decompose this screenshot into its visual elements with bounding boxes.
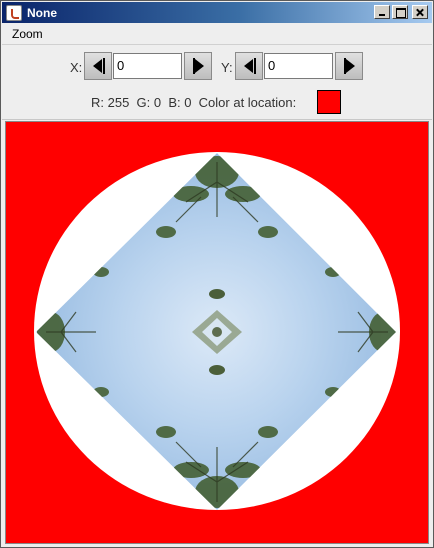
kaleidoscope-picture [6,122,428,543]
controls-panel: X: 0 Y: 0 R: 255 G: 0 B: 0 Color at loca… [2,46,432,120]
y-input[interactable]: 0 [264,53,333,79]
x-input[interactable]: 0 [113,53,182,79]
y-decrement-button[interactable] [235,52,263,80]
right-arrow-icon [195,59,204,73]
left-arrow-icon [244,59,253,73]
title-bar[interactable]: None [2,2,432,23]
close-button[interactable] [412,5,428,19]
window-title: None [27,5,57,20]
right-arrow-icon [346,59,355,73]
java-cup-icon [6,4,22,21]
x-decrement-button[interactable] [84,52,112,80]
left-arrow-icon [93,59,102,73]
app-window: None Zoom X: 0 Y: 0 R: 255 G: 0 B: 0 Col… [0,0,434,548]
x-increment-button[interactable] [184,52,212,80]
minimize-button[interactable] [374,5,390,19]
maximize-button[interactable] [392,5,408,19]
x-label: X: [70,60,83,75]
color-swatch [317,90,341,114]
menu-bar: Zoom [2,23,432,45]
window-controls [374,5,428,19]
color-readout: R: 255 G: 0 B: 0 Color at location: [91,95,297,110]
y-increment-button[interactable] [335,52,363,80]
y-label: Y: [221,60,233,75]
image-canvas[interactable] [5,121,429,544]
menu-zoom[interactable]: Zoom [12,27,43,41]
